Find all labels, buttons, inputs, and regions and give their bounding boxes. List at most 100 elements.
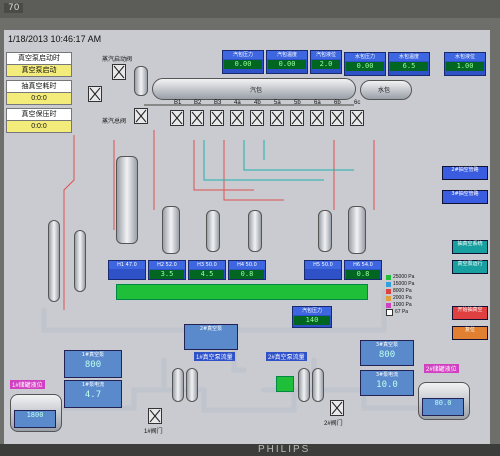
mid-6-value: 0.8	[346, 270, 380, 279]
mid-4-title: H4 50.0	[229, 261, 265, 269]
drum-temp-title: 汽包温度	[267, 51, 307, 59]
lcd-pump3-title: 3#真空泵	[375, 342, 399, 348]
valve-6b[interactable]	[330, 110, 344, 126]
drum-pressure-title: 汽包压力	[223, 51, 263, 59]
tank-6b	[348, 206, 366, 254]
water-drum-label: 水包	[378, 88, 391, 94]
water-temp-title: 水包温度	[389, 53, 429, 61]
pipeline-2-button[interactable]: 2#抽空管路	[442, 166, 488, 180]
pump-1b	[186, 368, 198, 402]
lcd-pump2-value	[185, 332, 237, 334]
scada-screen: 1/18/2013 10:46:17 AM 真空泵启动时 真空泵启动 抽真空耗时…	[4, 30, 490, 444]
water-pressure-panel: 水包压力 0.00	[344, 52, 386, 76]
lcd-pump3-current-value: 10.0	[376, 380, 398, 390]
steam-valve2-label: 蒸汽总阀	[102, 119, 127, 125]
separator-tank	[134, 66, 148, 96]
valve-4a[interactable]	[230, 110, 244, 126]
lcd-pump1-title: 1#真空泵	[81, 352, 105, 358]
valve-label-5b: 5b	[294, 100, 301, 106]
lcd-pump1-current-title: 1#泵电流	[81, 382, 105, 388]
drum-temp-panel: 汽包温度 0.00	[266, 50, 308, 74]
tank2-value: 80.0	[434, 399, 452, 407]
bottom-valve-1-label: 1#阀门	[144, 429, 163, 435]
valve-b3[interactable]	[210, 110, 224, 126]
valve-5a[interactable]	[270, 110, 284, 126]
legend-row-2: 15000 Pa	[386, 281, 438, 288]
tank2-readout: 80.0	[422, 398, 464, 416]
water-pressure-title: 水包压力	[345, 53, 385, 61]
pump-1a	[172, 368, 184, 402]
tank1-label: 1#储罐液位	[10, 380, 45, 389]
mid-6-title: H6 54.0	[345, 261, 381, 269]
pump-run-button[interactable]: 真空泵运行	[452, 260, 488, 274]
steam-main-valve[interactable]	[88, 86, 102, 102]
start-vacuum-button[interactable]: 开始抽真空	[452, 306, 488, 320]
water-level-title: 水包液位	[445, 53, 485, 61]
legend-text-5: 1000 Pa	[393, 302, 412, 308]
lcd-pump2: 2#真空泵	[184, 324, 238, 350]
legend-text-4: 2000 Pa	[393, 295, 412, 301]
bezel-top: 70	[0, 0, 500, 18]
vacuum-system-button[interactable]: 抽真空系统	[452, 240, 488, 254]
bottom-valve-2[interactable]	[330, 400, 344, 416]
drum-pressure-panel: 汽包压力 0.00	[222, 50, 264, 74]
legend-row-4: 2000 Pa	[386, 295, 438, 302]
main-header-bar	[116, 284, 368, 300]
valve-5b[interactable]	[290, 110, 304, 126]
center-pressure-panel: 汽包压力 140	[292, 306, 332, 328]
lcd-pump1-value: 800	[84, 360, 102, 370]
bezel-bottom	[0, 444, 500, 456]
reset-button[interactable]: 复位	[452, 326, 488, 340]
tank2-label: 2#储罐液位	[424, 364, 459, 373]
mid-4-value: 0.8	[230, 270, 264, 279]
cyclone-b2	[74, 230, 86, 292]
valve-6c[interactable]	[350, 110, 364, 126]
valve-label-6c: 6c	[354, 100, 361, 106]
legend-swatch-3	[386, 289, 391, 294]
valve-label-b2: B2	[194, 100, 202, 106]
valve-6a[interactable]	[310, 110, 324, 126]
valve-label-4b: 4b	[254, 100, 261, 106]
valve-label-b1: B1	[174, 100, 182, 106]
mid-panel-5: H5 50.0	[304, 260, 342, 280]
valve-label-4a: 4a	[234, 100, 241, 106]
tank-4a	[162, 206, 180, 254]
lcd-pump1-current-value: 4.7	[84, 390, 102, 400]
cyclone-b1	[48, 220, 60, 302]
legend-swatch-4	[386, 296, 391, 301]
mid-2-value: 3.5	[150, 270, 184, 279]
pump-2a	[298, 368, 310, 402]
valve-label-6a: 6a	[314, 100, 321, 106]
lcd-pump3-current-title: 3#泵电流	[375, 372, 399, 378]
mid-3-value: 4.5	[190, 270, 224, 279]
pump-2b	[312, 368, 324, 402]
valve-label-b3: B3	[214, 100, 222, 106]
tank-6a	[318, 210, 332, 252]
bottom-valve-1[interactable]	[148, 408, 162, 424]
separator-valve[interactable]	[134, 108, 148, 124]
legend-row-1: 25000 Pa	[386, 274, 438, 281]
steam-start-valve[interactable]	[112, 64, 126, 80]
legend-text-3: 8000 Pa	[393, 288, 412, 294]
pressure-legend: 25000 Pa 15000 Pa 8000 Pa 2000 Pa 1000 P…	[386, 274, 438, 316]
tank-4b	[206, 210, 220, 252]
legend-swatch-5	[386, 303, 391, 308]
column-tank	[116, 156, 138, 244]
lcd-pump3-current: 3#泵电流 10.0	[360, 370, 414, 396]
legend-text-6: 67 Pa	[395, 309, 409, 315]
water-temp-panel: 水包温度 6.5	[388, 52, 430, 76]
monitor: 70 1/18/2013 10:46:17 AM 真空泵启动时 真空泵启动 抽真…	[0, 0, 500, 456]
legend-row-3: 8000 Pa	[386, 288, 438, 295]
mid-panel-2: H2 52.0 3.5	[148, 260, 186, 280]
mid-3-title: H3 50.0	[189, 261, 225, 269]
drum-level-panel: 汽包液位 2.0	[310, 50, 342, 74]
valve-b1[interactable]	[170, 110, 184, 126]
valve-4b[interactable]	[250, 110, 264, 126]
pipeline-3-button[interactable]: 3#抽空管路	[442, 190, 488, 204]
bottom-valve-2-label: 2#阀门	[324, 421, 343, 427]
mid-panel-1: H1 47.0	[108, 260, 146, 280]
pump-active-indicator	[276, 376, 294, 392]
lcd-pump2-title: 2#真空泵	[199, 326, 223, 332]
lcd-pump3: 3#真空泵 800	[360, 340, 414, 366]
valve-b2[interactable]	[190, 110, 204, 126]
